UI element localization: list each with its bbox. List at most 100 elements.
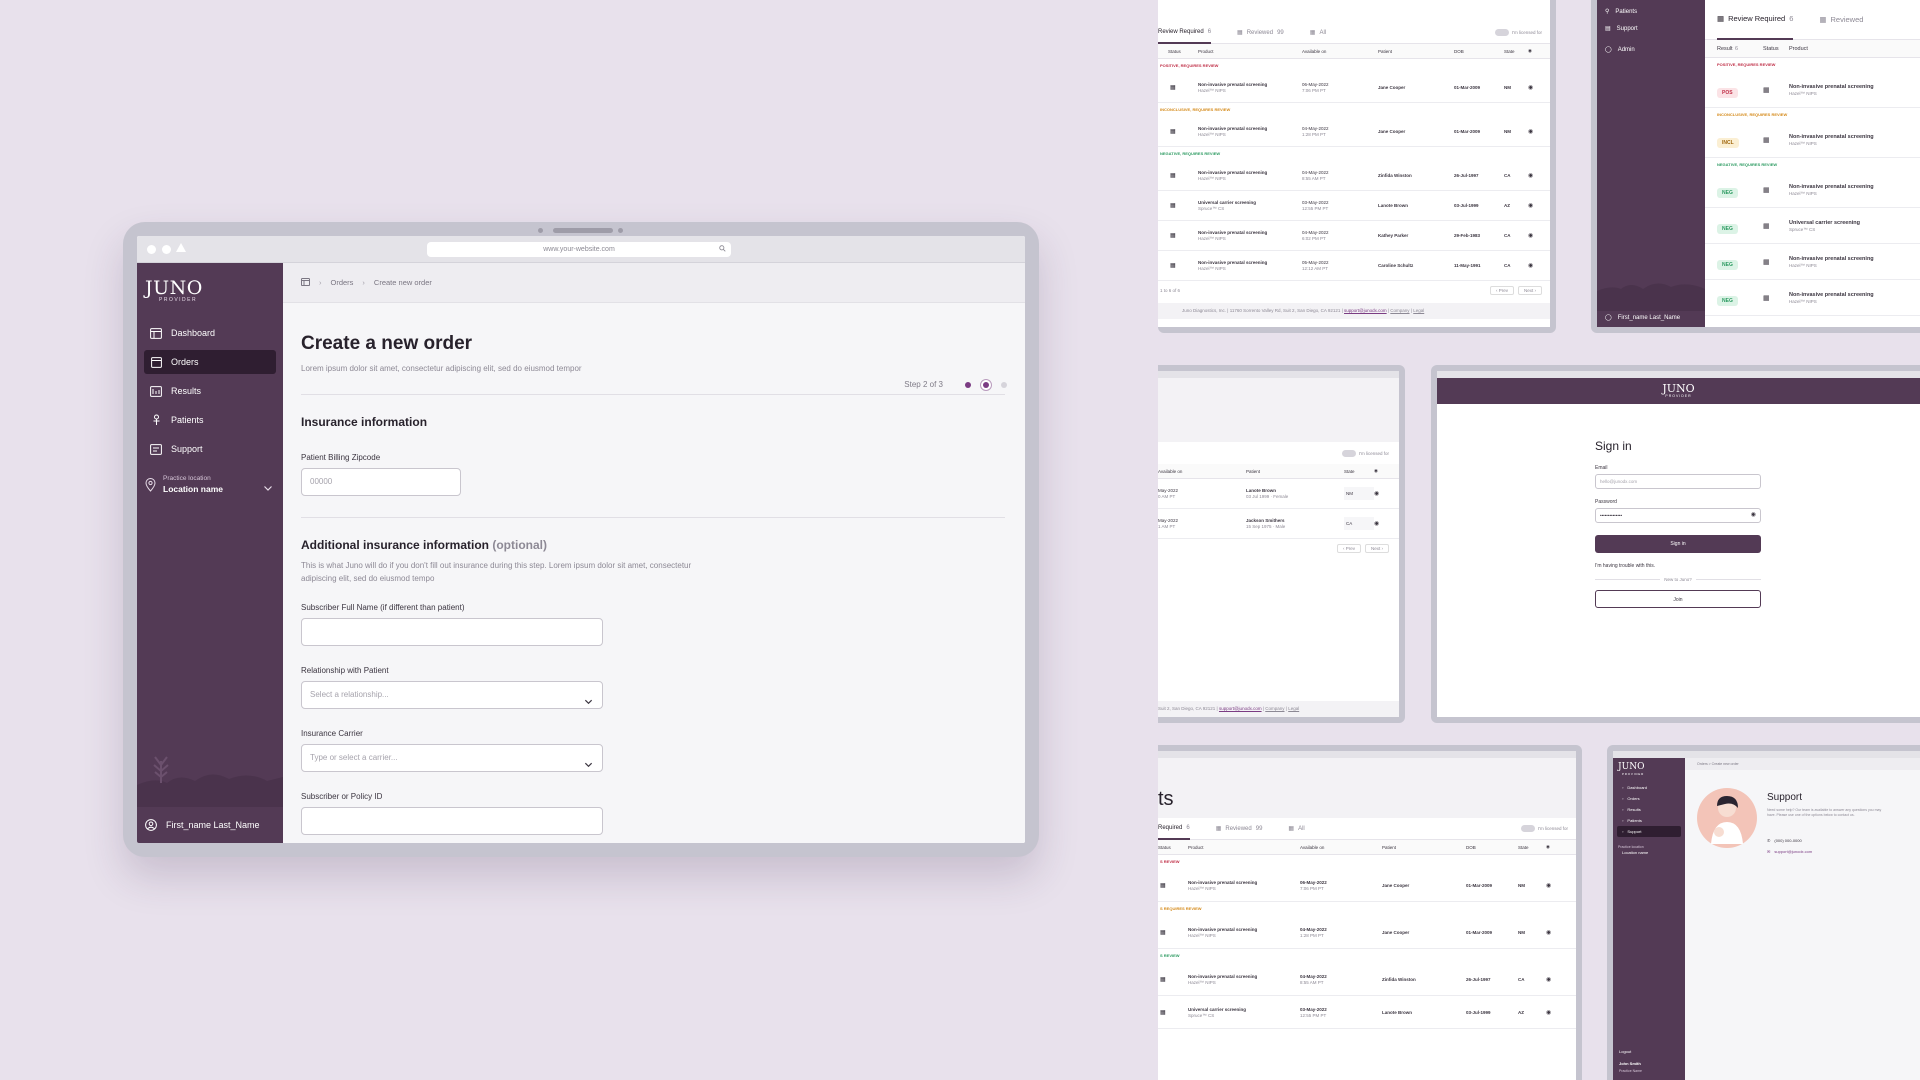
table-row[interactable]: ▦ Universal carrier screening Spruce™ CS 03… — [1158, 996, 1576, 1029]
url-bar[interactable]: www.your-website.com — [427, 242, 731, 257]
practice-location-select[interactable]: Practice location Location name — [145, 475, 273, 494]
sidebar-item-results[interactable]: Results — [144, 379, 276, 403]
next-button[interactable]: Next › — [1517, 285, 1542, 295]
footer-legal-link[interactable]: Legal — [1413, 308, 1424, 313]
sidebar: JUNO PROVIDER Dashboard Orders Results P… — [137, 263, 283, 843]
eye-icon[interactable]: ◉ — [1528, 84, 1533, 91]
licensed-toggle[interactable]: I'm licensed for — [1158, 442, 1399, 464]
sidebar-item-support[interactable]: Support — [144, 437, 276, 461]
tab-review-required[interactable]: Review Required 6 — [1158, 22, 1212, 44]
tab-review-required[interactable]: Required 6 — [1158, 818, 1190, 840]
table-row[interactable]: NEG ▦ Non-invasive prenatal screening Hazel… — [1705, 244, 1920, 280]
eye-icon: ◉ — [1528, 48, 1532, 53]
breadcrumb-orders-link[interactable]: Orders — [331, 278, 354, 287]
step-dot-2[interactable] — [983, 381, 989, 388]
sidebar-item-orders[interactable]: Orders — [144, 350, 276, 374]
table-row[interactable]: POS ▦ Non-invasive prenatal screening Hazel… — [1705, 72, 1920, 108]
eye-icon[interactable]: ◉ — [1546, 976, 1551, 983]
policy-id-input[interactable] — [301, 807, 603, 835]
review-user[interactable]: ◯ First_name Last_Name — [1605, 314, 1680, 322]
support-location-name[interactable]: Location name — [1622, 850, 1685, 855]
footer-email-link[interactable]: support@junodx.com — [1344, 308, 1387, 313]
side-item-patients[interactable]: ⚲ Patients — [1605, 8, 1705, 16]
email-input[interactable]: hello@junodx.com — [1595, 474, 1761, 489]
eye-icon[interactable]: ◉ — [1528, 172, 1533, 179]
window-share-icon[interactable] — [176, 243, 186, 252]
home-icon[interactable] — [301, 277, 310, 288]
table-row[interactable]: NEG ▦ Universal carrier screening Spruce™ C… — [1705, 208, 1920, 244]
table-row[interactable]: May-2022 0 AM PT Lanote Brown 03 Jul 1999 ·… — [1158, 479, 1399, 509]
side-item-support[interactable]: ▤ Support — [1605, 25, 1705, 33]
signin-button[interactable]: Sign in — [1595, 535, 1761, 553]
support-email[interactable]: ✉ support@junodx.com — [1767, 849, 1812, 854]
window-close-button[interactable] — [147, 245, 156, 254]
carrier-combobox[interactable]: Type or select a carrier... — [301, 744, 603, 772]
window-minimize-button[interactable] — [162, 245, 171, 254]
eye-icon[interactable]: ◉ — [1528, 202, 1533, 209]
tab-reviewed[interactable]: ▦ Reviewed 99 — [1237, 29, 1284, 37]
table-row[interactable]: ▦ Non-invasive prenatal screening Hazel™ N… — [1158, 221, 1550, 251]
footer-company-link[interactable]: Company — [1265, 706, 1284, 711]
eye-icon[interactable]: ◉ — [1528, 128, 1533, 135]
table-row[interactable]: ▦ Non-invasive prenatal screening Hazel™ N… — [1158, 916, 1576, 949]
zipcode-input[interactable]: 00000 — [301, 468, 461, 496]
tab-reviewed[interactable]: ▦ Reviewed 99 — [1216, 825, 1263, 833]
sidebar-item-patients[interactable]: Patients — [144, 408, 276, 432]
table-row[interactable]: ▦ Non-invasive prenatal screening Hazel™ N… — [1158, 117, 1550, 147]
eye-icon[interactable]: ◉ — [1528, 232, 1533, 239]
juno-logo[interactable]: JUNO PROVIDER — [137, 263, 283, 303]
eye-icon[interactable]: ◉ — [1374, 520, 1379, 527]
support-nav-item[interactable]: ▫ Support — [1617, 826, 1681, 837]
side-item-admin[interactable]: ◯ Admin — [1605, 46, 1705, 54]
password-input[interactable]: •••••••••••••• ◉ — [1595, 508, 1761, 523]
licensed-toggle[interactable]: I'm licensed for — [1494, 29, 1542, 36]
prev-button[interactable]: ‹ Prev — [1489, 285, 1514, 295]
licensed-toggle[interactable]: I'm licensed for — [1520, 825, 1568, 832]
eye-icon[interactable]: ◉ — [1374, 490, 1379, 497]
support-phone[interactable]: ✆ (000) 000-0000 — [1767, 838, 1802, 843]
footer-email-link[interactable]: support@junodx.com — [1219, 706, 1262, 711]
support-user-name[interactable]: John Smith — [1619, 1061, 1641, 1066]
breadcrumb: › Orders › Create new order — [283, 263, 1025, 303]
eye-icon[interactable]: ◉ — [1546, 1009, 1551, 1016]
next-button[interactable]: Next › — [1364, 543, 1389, 553]
eye-icon[interactable]: ◉ — [1546, 929, 1551, 936]
table-row[interactable]: ▦ Non-invasive prenatal screening Hazel™ N… — [1158, 251, 1550, 281]
zipcode-placeholder: 00000 — [310, 477, 333, 486]
tab-all[interactable]: ▦ All — [1288, 825, 1304, 833]
prev-button[interactable]: ‹ Prev — [1336, 543, 1361, 553]
logout-link[interactable]: Logout — [1619, 1049, 1631, 1054]
footer-company-link[interactable]: Company — [1390, 308, 1409, 313]
relationship-select[interactable]: Select a relationship... — [301, 681, 603, 709]
table-row[interactable]: NEG ▦ Non-invasive prenatal screening Hazel… — [1705, 172, 1920, 208]
footer-legal-link[interactable]: Legal — [1288, 706, 1299, 711]
table-row[interactable]: ▦ Non-invasive prenatal screening Hazel™ N… — [1158, 963, 1576, 996]
tab-review-required[interactable]: ▦ Review Required 6 — [1717, 0, 1794, 40]
table-row[interactable]: ▦ Universal carrier screening Spruce™ CS 03… — [1158, 191, 1550, 221]
table-row[interactable]: May-2022 1 AM PT Jackson Smithers 15 Sep 19… — [1158, 509, 1399, 539]
nav-label: Results — [1627, 807, 1641, 812]
support-nav-item[interactable]: ▫ Patients — [1617, 815, 1681, 826]
eye-icon[interactable]: ◉ — [1528, 262, 1533, 269]
user-profile[interactable]: First_name Last_Name — [145, 819, 260, 831]
support-title: Support — [1767, 792, 1803, 803]
table-row[interactable]: ▦ Non-invasive prenatal screening Hazel™ N… — [1158, 73, 1550, 103]
table-row[interactable]: ▦ Non-invasive prenatal screening Hazel™ N… — [1158, 161, 1550, 191]
eye-icon[interactable]: ◉ — [1546, 882, 1551, 889]
sidebar-nav: Dashboard Orders Results Patients Suppor… — [137, 321, 283, 461]
support-nav-item[interactable]: ▫ Orders — [1617, 793, 1681, 804]
join-button[interactable]: Join — [1595, 590, 1761, 608]
table-row[interactable]: NEG ▦ Non-invasive prenatal screening Hazel… — [1705, 280, 1920, 316]
table-row[interactable]: INCL ▦ Non-invasive prenatal screening Haze… — [1705, 122, 1920, 158]
sidebar-item-dashboard[interactable]: Dashboard — [144, 321, 276, 345]
tab-all[interactable]: ▦ All — [1310, 29, 1326, 37]
step-dot-1[interactable] — [965, 381, 971, 388]
support-nav-item[interactable]: ▫ Results — [1617, 804, 1681, 815]
trouble-link[interactable]: I'm having trouble with this. — [1595, 563, 1761, 569]
eye-icon[interactable]: ◉ — [1751, 509, 1756, 522]
support-nav-item[interactable]: ▫ Dashboard — [1617, 782, 1681, 793]
subscriber-name-input[interactable] — [301, 618, 603, 646]
dob-text: 01-Mar-2009 — [1454, 129, 1481, 134]
tab-reviewed[interactable]: ▦ Reviewed — [1819, 15, 1863, 24]
table-row[interactable]: ▦ Non-invasive prenatal screening Hazel™ N… — [1158, 869, 1576, 902]
